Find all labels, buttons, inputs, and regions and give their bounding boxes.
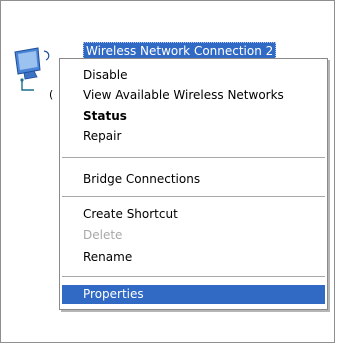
menu-item-create-shortcut[interactable]: Create Shortcut bbox=[62, 205, 325, 224]
menu-separator bbox=[62, 157, 325, 158]
menu-separator bbox=[62, 196, 325, 197]
wireless-network-connection-icon[interactable] bbox=[10, 46, 54, 96]
menu-item-disable[interactable]: Disable bbox=[62, 66, 325, 85]
menu-item-bridge-connections[interactable]: Bridge Connections bbox=[62, 170, 325, 189]
connection-status-clipped-text: ( bbox=[49, 88, 54, 101]
menu-item-view-available-wireless-networks[interactable]: View Available Wireless Networks bbox=[62, 86, 325, 105]
menu-item-repair[interactable]: Repair bbox=[62, 127, 325, 146]
context-menu: Disable View Available Wireless Networks… bbox=[59, 58, 328, 310]
menu-item-rename[interactable]: Rename bbox=[62, 248, 325, 267]
menu-item-status[interactable]: Status bbox=[62, 107, 325, 126]
explorer-window: Wireless Network Connection 2 ( Disable … bbox=[0, 0, 335, 343]
menu-separator bbox=[62, 276, 325, 277]
menu-item-delete: Delete bbox=[83, 228, 123, 242]
menu-item-properties[interactable]: Properties bbox=[62, 285, 325, 304]
